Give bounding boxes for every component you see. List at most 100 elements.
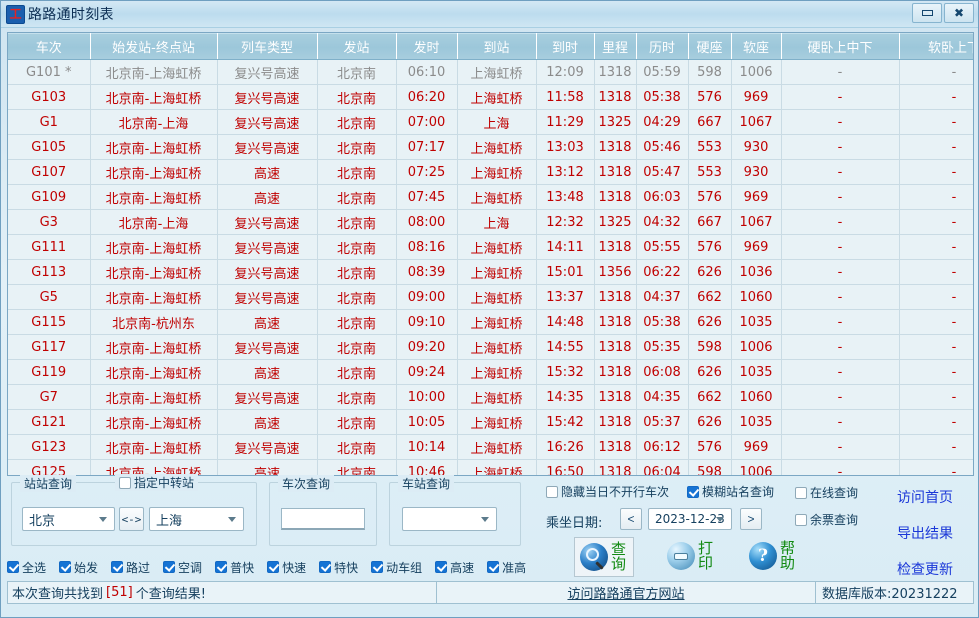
travel-date-select[interactable]: 2023-12-23 (648, 508, 732, 530)
ticket-query-checkbox[interactable]: 余票查询 (795, 511, 858, 528)
online-query-box[interactable] (795, 487, 807, 499)
cell-2: 复兴号高速 (217, 210, 317, 235)
filter-checkbox-box[interactable] (319, 561, 331, 573)
table-row[interactable]: G117北京南-上海虹桥复兴号高速北京南09:20上海虹桥14:55131805… (8, 335, 973, 360)
filter-checkbox-box[interactable] (59, 561, 71, 573)
column-header-6[interactable]: 到时 (536, 34, 594, 60)
table-row[interactable]: G105北京南-上海虹桥复兴号高速北京南07:17上海虹桥13:03131805… (8, 135, 973, 160)
fuzzy-station-checkbox[interactable]: 模糊站名查询 (687, 483, 774, 500)
filter-checkbox-8[interactable]: 高速 (435, 559, 474, 576)
table-row[interactable]: G3北京南-上海复兴号高速北京南08:00上海12:32132504:32667… (8, 210, 973, 235)
filter-checkbox-box[interactable] (435, 561, 447, 573)
cell-0: G103 (8, 85, 90, 110)
cell-9: 576 (688, 185, 731, 210)
swap-stations-button[interactable]: <-> (119, 507, 144, 531)
table-row[interactable]: G115北京南-杭州东高速北京南09:10上海虹桥14:48131805:386… (8, 310, 973, 335)
official-site-cell[interactable]: 访问路路通官方网站 (436, 581, 816, 604)
filter-checkbox-2[interactable]: 路过 (111, 559, 150, 576)
cell-6: 13:12 (536, 160, 594, 185)
transfer-checkbox-box[interactable] (119, 477, 131, 489)
cell-2: 高速 (217, 360, 317, 385)
column-header-0[interactable]: 车次 (8, 34, 90, 60)
table-row[interactable]: G121北京南-上海虹桥高速北京南10:05上海虹桥15:42131805:37… (8, 410, 973, 435)
column-header-1[interactable]: 始发站-终点站 (90, 34, 217, 60)
cell-7: 1318 (594, 185, 636, 210)
cell-9: 553 (688, 135, 731, 160)
filter-checkbox-7[interactable]: 动车组 (371, 559, 422, 576)
table-row[interactable]: G1北京南-上海复兴号高速北京南07:00上海11:29132504:29667… (8, 110, 973, 135)
column-header-12[interactable]: 软卧上下 (899, 34, 973, 60)
filter-checkbox-box[interactable] (371, 561, 383, 573)
cell-1: 北京南-上海虹桥 (90, 85, 217, 110)
cell-12: - (899, 385, 973, 410)
table-row[interactable]: G109北京南-上海虹桥高速北京南07:45上海虹桥13:48131806:03… (8, 185, 973, 210)
cell-1: 北京南-上海虹桥 (90, 285, 217, 310)
column-header-4[interactable]: 发时 (396, 34, 457, 60)
filter-checkbox-4[interactable]: 普快 (215, 559, 254, 576)
transfer-checkbox[interactable]: 指定中转站 (115, 474, 198, 491)
table-row[interactable]: G119北京南-上海虹桥高速北京南09:24上海虹桥15:32131806:08… (8, 360, 973, 385)
filter-checkbox-box[interactable] (487, 561, 499, 573)
filter-checkbox-box[interactable] (215, 561, 227, 573)
train-number-input[interactable] (281, 508, 365, 530)
column-header-2[interactable]: 列车类型 (217, 34, 317, 60)
table-row[interactable]: G7北京南-上海虹桥复兴号高速北京南10:00上海虹桥14:35131804:3… (8, 385, 973, 410)
date-next-button[interactable]: > (740, 508, 762, 530)
depot-select[interactable] (402, 507, 497, 531)
table-row[interactable]: G107北京南-上海虹桥高速北京南07:25上海虹桥13:12131805:47… (8, 160, 973, 185)
cell-8: 05:55 (636, 235, 688, 260)
column-header-9[interactable]: 硬座 (688, 34, 731, 60)
export-results-link[interactable]: 导出结果 (897, 523, 953, 543)
hide-not-running-box[interactable] (546, 486, 558, 498)
filter-checkbox-box[interactable] (267, 561, 279, 573)
column-header-5[interactable]: 到站 (457, 34, 536, 60)
cell-0: G7 (8, 385, 90, 410)
from-station-select[interactable]: 北京 (22, 507, 115, 531)
column-header-8[interactable]: 历时 (636, 34, 688, 60)
to-station-select[interactable]: 上海 (149, 507, 244, 531)
filter-checkbox-9[interactable]: 准高 (487, 559, 526, 576)
filter-checkbox-3[interactable]: 空调 (163, 559, 202, 576)
cell-5: 上海 (457, 210, 536, 235)
filter-checkbox-1[interactable]: 始发 (59, 559, 98, 576)
cell-4: 10:14 (396, 435, 457, 460)
date-prev-button[interactable]: < (620, 508, 642, 530)
table-row[interactable]: G123北京南-上海虹桥复兴号高速北京南10:14上海虹桥16:26131806… (8, 435, 973, 460)
online-query-checkbox[interactable]: 在线查询 (795, 484, 858, 501)
filter-checkbox-0[interactable]: 全选 (7, 559, 46, 576)
filter-checkbox-5[interactable]: 快速 (267, 559, 306, 576)
cell-5: 上海虹桥 (457, 135, 536, 160)
filter-checkbox-box[interactable] (111, 561, 123, 573)
cell-5: 上海虹桥 (457, 360, 536, 385)
table-row[interactable]: G101 *北京南-上海虹桥复兴号高速北京南06:10上海虹桥12:091318… (8, 60, 973, 85)
minimize-button[interactable] (912, 3, 942, 23)
official-site-link[interactable]: 访问路路通官方网站 (567, 583, 684, 602)
column-header-3[interactable]: 发站 (317, 34, 396, 60)
depot-query-group: 车站查询 (389, 482, 521, 546)
cell-11: - (781, 110, 899, 135)
cell-12: - (899, 135, 973, 160)
filter-checkbox-box[interactable] (163, 561, 175, 573)
column-header-10[interactable]: 软座 (731, 34, 781, 60)
filter-checkbox-6[interactable]: 特快 (319, 559, 358, 576)
filter-checkbox-box[interactable] (7, 561, 19, 573)
cell-12: - (899, 185, 973, 210)
table-row[interactable]: G5北京南-上海虹桥复兴号高速北京南09:00上海虹桥13:37131804:3… (8, 285, 973, 310)
table-row[interactable]: G125北京南-上海虹桥高速北京南10:46上海虹桥16:50131806:04… (8, 460, 973, 476)
cell-10: 969 (731, 185, 781, 210)
table-row[interactable]: G103北京南-上海虹桥复兴号高速北京南06:20上海虹桥11:58131805… (8, 85, 973, 110)
cell-0: G111 (8, 235, 90, 260)
close-button[interactable]: ✖ (944, 3, 974, 23)
cell-11: - (781, 60, 899, 85)
column-header-7[interactable]: 里程 (594, 34, 636, 60)
cell-3: 北京南 (317, 385, 396, 410)
visit-homepage-link[interactable]: 访问首页 (897, 487, 953, 507)
table-row[interactable]: G113北京南-上海虹桥复兴号高速北京南08:39上海虹桥15:01135606… (8, 260, 973, 285)
column-header-11[interactable]: 硬卧上中下 (781, 34, 899, 60)
hide-not-running-checkbox[interactable]: 隐藏当日不开行车次 (546, 483, 669, 500)
cell-11: - (781, 160, 899, 185)
fuzzy-station-box[interactable] (687, 486, 699, 498)
table-row[interactable]: G111北京南-上海虹桥复兴号高速北京南08:16上海虹桥14:11131805… (8, 235, 973, 260)
train-type-filters: 全选始发路过空调普快快速特快动车组高速准高 (7, 556, 974, 578)
ticket-query-box[interactable] (795, 514, 807, 526)
